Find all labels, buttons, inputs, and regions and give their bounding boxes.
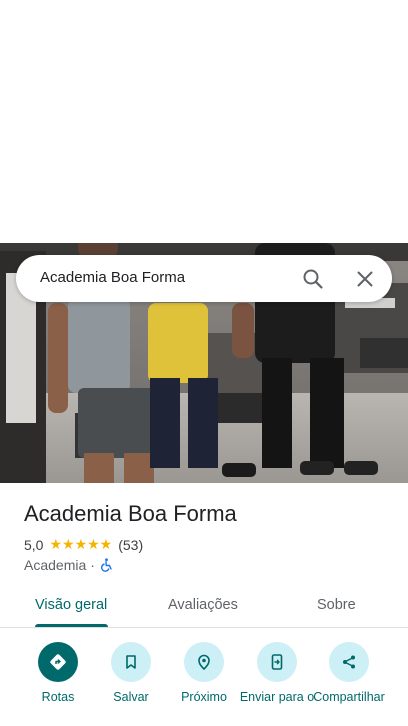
place-category: Academia (24, 556, 87, 573)
review-count[interactable]: (53) (118, 537, 143, 553)
directions-icon[interactable] (38, 642, 78, 682)
send-to-phone-label: Enviar para o (239, 690, 315, 704)
nearby-label: Próximo (181, 690, 227, 704)
close-icon[interactable] (353, 267, 377, 291)
bookmark-icon[interactable] (111, 642, 151, 682)
share-icon[interactable] (329, 642, 369, 682)
tab-about[interactable]: Sobre (317, 597, 356, 613)
share-label: Compartilhar (313, 690, 385, 704)
save-label: Salvar (113, 690, 149, 704)
category-row: Academia · (24, 556, 113, 573)
rating-row[interactable]: 5,0 ★★★★★ (53) (24, 536, 143, 553)
place-title: Academia Boa Forma (24, 501, 237, 526)
wheelchair-accessible-icon (99, 557, 113, 572)
action-bar: Rotas Salvar Próximo Enviar para o Compa… (0, 640, 408, 726)
tab-reviews[interactable]: Avaliações (168, 597, 238, 613)
search-input[interactable]: Academia Boa Forma (40, 269, 185, 286)
tab-active-indicator (35, 624, 108, 627)
search-bar[interactable]: Academia Boa Forma (16, 255, 392, 302)
star-rating: ★★★★★ (49, 536, 113, 552)
tab-overview[interactable]: Visão geral (35, 597, 107, 613)
tab-bar: Visão geral Avaliações Sobre (0, 583, 408, 628)
rating-value: 5,0 (24, 536, 44, 553)
nearby-icon[interactable] (184, 642, 224, 682)
directions-label: Rotas (41, 690, 75, 704)
search-icon[interactable] (301, 267, 325, 291)
separator: · (90, 556, 95, 573)
map-area[interactable] (0, 0, 408, 243)
send-to-phone-icon[interactable] (257, 642, 297, 682)
